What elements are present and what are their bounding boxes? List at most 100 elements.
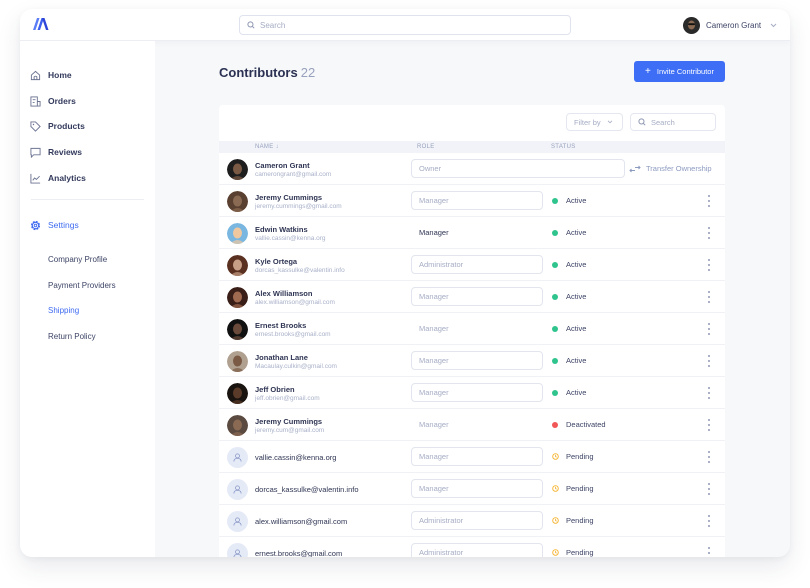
avatar-placeholder [227, 511, 248, 532]
avatar [227, 319, 248, 340]
table-row: vallie.cassin@kenna.org Manager Pending [219, 441, 725, 473]
sidebar-divider [31, 199, 144, 200]
brand-logo-icon[interactable] [33, 18, 49, 30]
status-label: Pending [566, 516, 594, 525]
sidebar-subitem-shipping[interactable]: Shipping [48, 306, 79, 315]
table-search-input[interactable]: Search [630, 113, 716, 131]
clock-icon [552, 485, 559, 492]
role-select[interactable]: Manager [411, 223, 543, 242]
page-title-text: Contributors [219, 65, 298, 80]
sidebar-item-settings[interactable]: Settings [30, 218, 79, 232]
more-options-icon[interactable] [707, 195, 711, 207]
avatar-placeholder [227, 479, 248, 500]
role-value: Administrator [419, 548, 464, 557]
sidebar-item-label: Home [48, 70, 72, 80]
more-options-icon[interactable] [707, 419, 711, 431]
more-options-icon[interactable] [707, 323, 711, 335]
invited-email: ernest.brooks@gmail.com [255, 549, 343, 557]
more-options-icon[interactable] [707, 483, 711, 495]
role-select[interactable]: Manager [411, 319, 543, 338]
user-menu[interactable]: Cameron Grant [683, 16, 777, 34]
invited-email: alex.williamson@gmail.com [255, 517, 348, 526]
contributor-name: Jeff Obrien [255, 385, 295, 394]
sidebar-item-analytics[interactable]: Analytics [30, 171, 86, 185]
invite-contributor-button[interactable]: + Invite Contributor [634, 61, 725, 82]
status-label: Pending [566, 548, 594, 557]
status-dot-icon [552, 325, 558, 332]
role-value: Manager [419, 420, 449, 429]
table-row: Jeremy Cummings jeremy.cum@gmail.com Manag… [219, 409, 725, 441]
tag-icon [30, 120, 41, 132]
avatar [227, 415, 248, 436]
table-row: Cameron Grant camerongrant@gmail.com Owner… [219, 153, 725, 185]
search-placeholder: Search [651, 117, 675, 127]
column-header-status: STATUS [551, 144, 576, 150]
status-badge: Pending [552, 452, 594, 461]
more-options-icon[interactable] [707, 259, 711, 271]
more-options-icon[interactable] [707, 355, 711, 367]
status-badge: Active [552, 356, 586, 365]
transfer-ownership-button[interactable]: Transfer Ownership [629, 164, 712, 173]
column-header-name[interactable]: NAME ↓ [255, 144, 279, 150]
more-options-icon[interactable] [707, 547, 711, 557]
role-select[interactable]: Manager [411, 383, 543, 402]
role-value: Manager [419, 228, 449, 237]
global-search-input[interactable]: Search [239, 15, 571, 35]
chat-icon [30, 147, 41, 158]
sort-arrow-icon: ↓ [275, 144, 279, 150]
role-select[interactable]: Manager [411, 447, 543, 466]
status-label: Active [566, 356, 587, 365]
table-row: Kyle Ortega dorcas_kassulke@valentin.info… [219, 249, 725, 281]
transfer-ownership-label: Transfer Ownership [646, 164, 712, 173]
more-options-icon[interactable] [707, 227, 711, 239]
contributor-email: jeremy.cummings@gmail.com [255, 203, 342, 210]
filter-label: Filter by [574, 117, 601, 127]
role-select[interactable]: Manager [411, 415, 543, 434]
role-select[interactable]: Administrator [411, 543, 543, 557]
table-row: ernest.brooks@gmail.com Administrator Pend… [219, 537, 725, 557]
role-select[interactable]: Manager [411, 287, 543, 306]
contributor-email: dorcas_kassulke@valentin.info [255, 267, 345, 274]
sidebar-item-orders[interactable]: Orders [30, 94, 76, 108]
status-badge: Pending [552, 516, 594, 525]
status-label: Active [566, 228, 587, 237]
more-options-icon[interactable] [707, 451, 711, 463]
app-window: Search Cameron Grant Home Orders Product… [20, 9, 790, 557]
role-select[interactable]: Manager [411, 351, 543, 370]
contributor-name: Cameron Grant [255, 161, 310, 170]
table-row: alex.williamson@gmail.com Administrator Pe… [219, 505, 725, 537]
sidebar-subitem-company-profile[interactable]: Company Profile [48, 255, 107, 264]
contributor-name: Jonathan Lane [255, 353, 308, 362]
status-label: Pending [566, 452, 594, 461]
user-icon [233, 517, 242, 526]
sidebar-subitem-return-policy[interactable]: Return Policy [48, 332, 96, 341]
sidebar-item-label: Reviews [48, 147, 83, 157]
more-options-icon[interactable] [707, 291, 711, 303]
sidebar-subitem-payment-providers[interactable]: Payment Providers [48, 281, 116, 290]
status-dot-icon [552, 421, 558, 428]
role-value: Owner [419, 164, 442, 173]
more-options-icon[interactable] [707, 387, 711, 399]
column-name-label: NAME [255, 144, 274, 150]
sidebar-item-home[interactable]: Home [30, 68, 72, 82]
role-select[interactable]: Administrator [411, 255, 543, 274]
page-title: Contributors 22 [219, 65, 315, 80]
filter-dropdown[interactable]: Filter by [566, 113, 623, 131]
top-bar: Search Cameron Grant [20, 9, 790, 41]
status-dot-icon [552, 293, 558, 300]
role-select[interactable]: Manager [411, 191, 543, 210]
status-dot-icon [552, 389, 558, 396]
sidebar-item-reviews[interactable]: Reviews [30, 145, 82, 159]
contributor-email: vallie.cassin@kenna.org [255, 235, 326, 242]
role-select[interactable]: Administrator [411, 511, 543, 530]
status-label: Active [566, 260, 587, 269]
sidebar-item-products[interactable]: Products [30, 119, 85, 133]
role-select[interactable]: Manager [411, 479, 543, 498]
contributor-email: Macaulay.culkin@gmail.com [255, 363, 337, 370]
sidebar-item-label: Analytics [48, 173, 86, 183]
status-badge: Active [552, 388, 586, 397]
role-value: Manager [419, 292, 449, 301]
more-options-icon[interactable] [707, 515, 711, 527]
role-select[interactable]: Owner [411, 159, 625, 178]
avatar-placeholder [227, 543, 248, 557]
